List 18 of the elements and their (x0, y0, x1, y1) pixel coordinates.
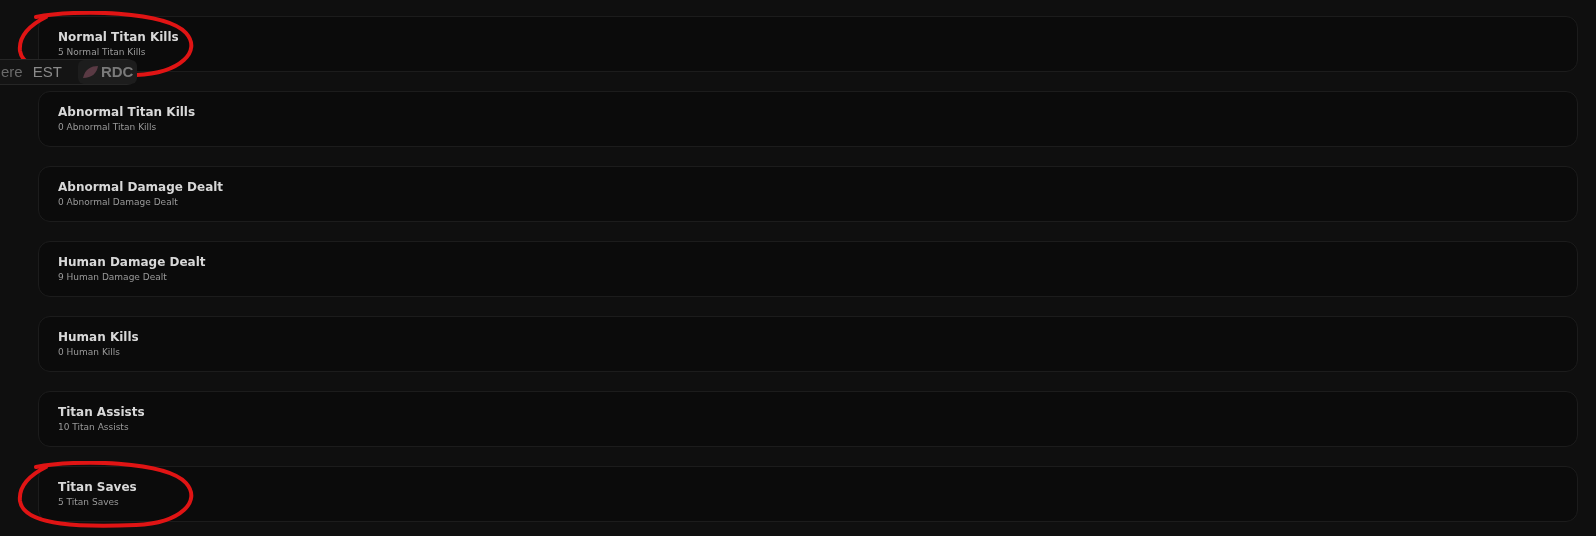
bar-text: EST (32, 61, 62, 82)
stat-title: Normal Titan Kills (58, 30, 179, 44)
stat-detail: 10 Titan Assists (58, 422, 129, 433)
stat-detail: 0 Abnormal Titan Kills (58, 122, 157, 133)
stat-detail: 5 Normal Titan Kills (58, 47, 146, 58)
stat-title: Abnormal Titan Kills (58, 105, 196, 119)
bar-text: ere (1, 61, 23, 82)
leaf-icon (81, 65, 99, 79)
stat-detail: 5 Titan Saves (58, 497, 119, 508)
stat-title: Titan Assists (58, 405, 145, 419)
stat-title: Human Damage Dealt (58, 255, 206, 269)
stat-detail: 0 Abnormal Damage Dealt (58, 197, 178, 208)
logo-badge: RDC (77, 60, 138, 84)
stat-title: Human Kills (58, 330, 139, 344)
stat-detail: 9 Human Damage Dealt (58, 272, 167, 283)
stat-title: Abnormal Damage Dealt (58, 180, 224, 194)
stat-detail: 0 Human Kills (58, 347, 120, 358)
stat-title: Titan Saves (58, 480, 137, 494)
